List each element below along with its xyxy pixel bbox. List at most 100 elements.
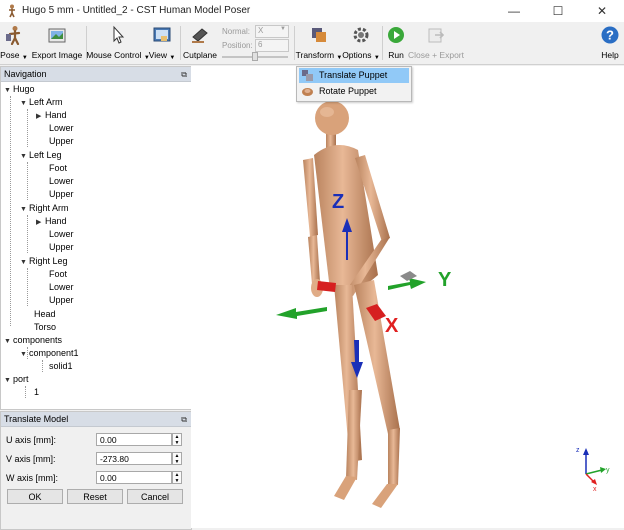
v-axis-label: V axis [mm]:: [6, 454, 56, 464]
chevron-down-icon[interactable]: ▼: [4, 374, 13, 387]
tree-item-components[interactable]: ▼ components: [4, 334, 62, 347]
maximize-icon[interactable]: ☐: [536, 0, 580, 22]
puppet-arm: [303, 158, 318, 237]
chevron-down-icon[interactable]: ▼: [20, 97, 29, 110]
svg-text:?: ?: [606, 28, 614, 43]
navigation-title: Navigation: [4, 69, 47, 79]
minimize-icon[interactable]: —: [492, 0, 536, 22]
tree-label: port: [13, 374, 29, 384]
ok-button[interactable]: OK: [7, 489, 63, 504]
close-export-button[interactable]: Close + Export: [408, 24, 464, 62]
tree-item-right-leg-upper[interactable]: Upper: [49, 294, 74, 307]
run-button[interactable]: Run: [385, 24, 407, 62]
normal-label: Normal:: [222, 27, 251, 36]
pose-label: Pose: [0, 50, 20, 60]
tree-label: Upper: [49, 295, 74, 305]
export-image-button[interactable]: Export Image: [32, 24, 82, 62]
tree-item-right-arm-upper[interactable]: Upper: [49, 241, 74, 254]
tree-item-left-leg[interactable]: ▼ Left Leg: [20, 149, 62, 162]
cutplane-button[interactable]: Cutplane: [183, 24, 217, 62]
transform-icon: [309, 25, 329, 45]
w-axis-input[interactable]: 0.00: [96, 471, 172, 484]
tree-item-left-leg-foot[interactable]: Foot: [49, 162, 67, 175]
view-label: View: [148, 50, 167, 60]
view-button[interactable]: View ▼: [148, 24, 175, 62]
translate-model-header: Translate Model ⧉: [1, 412, 191, 427]
tree-item-component1[interactable]: ▼ component1: [20, 347, 79, 360]
options-button[interactable]: Options ▼: [342, 24, 380, 62]
chevron-down-icon[interactable]: ▼: [4, 84, 13, 97]
triad-label-x: x: [593, 486, 597, 493]
w-axis-spinner[interactable]: ▲ ▼: [172, 471, 182, 484]
puppet-foot: [372, 484, 398, 508]
axis-label-x: X: [385, 315, 399, 337]
puppet-head: [320, 107, 334, 117]
transform-button[interactable]: Transform ▼: [296, 24, 342, 62]
transform-dropdown-menu: Translate Puppet Rotate Puppet: [296, 66, 412, 102]
chevron-down-icon[interactable]: ▼: [20, 203, 29, 216]
w-axis-label: W axis [mm]:: [6, 473, 58, 483]
close-export-icon: [426, 25, 446, 45]
tree-item-solid1[interactable]: solid1: [49, 360, 73, 373]
menu-item-translate-puppet[interactable]: Translate Puppet: [299, 68, 409, 83]
v-axis-input[interactable]: -273.80: [96, 452, 172, 465]
tree-item-right-arm-hand[interactable]: ▶ Hand: [36, 215, 67, 228]
reset-button[interactable]: Reset: [67, 489, 123, 504]
puppet-foot: [334, 476, 357, 500]
normal-value: X: [258, 26, 264, 35]
normal-select[interactable]: X ▼: [255, 25, 289, 38]
window-title: Hugo 5 mm - Untitled_2 - CST Human Model…: [22, 5, 251, 16]
tree-item-right-leg-foot[interactable]: Foot: [49, 268, 67, 281]
tree-item-right-arm-lower[interactable]: Lower: [49, 228, 74, 241]
tree-label: Lower: [49, 176, 74, 186]
u-axis-spinner[interactable]: ▲ ▼: [172, 433, 182, 446]
v-axis-spinner[interactable]: ▲ ▼: [172, 452, 182, 465]
chevron-down-icon[interactable]: ▼: [20, 256, 29, 269]
tree-item-left-arm[interactable]: ▼ Left Arm: [20, 96, 63, 109]
menu-item-rotate-puppet[interactable]: Rotate Puppet: [299, 84, 409, 99]
tree-item-head[interactable]: Head: [34, 308, 56, 321]
mouse-control-button[interactable]: Mouse Control ▼: [86, 24, 150, 62]
tree-line: [27, 268, 28, 306]
chevron-right-icon[interactable]: ▶: [36, 216, 45, 229]
tree-item-left-arm-hand[interactable]: ▶ Hand: [36, 109, 67, 122]
pin-icon[interactable]: ⧉: [181, 413, 187, 427]
tree-line: [27, 215, 28, 253]
3d-viewport[interactable]: Z Y X z y x: [191, 66, 624, 528]
tree-item-right-leg[interactable]: ▼ Right Leg: [20, 255, 68, 268]
tree-item-left-leg-lower[interactable]: Lower: [49, 175, 74, 188]
axis-label-y: Y: [438, 269, 452, 291]
tree-label: Hugo: [13, 84, 35, 94]
tree-item-left-leg-upper[interactable]: Upper: [49, 188, 74, 201]
chevron-down-icon[interactable]: ▼: [20, 348, 29, 361]
toolbar-separator: [180, 26, 181, 60]
chevron-down-icon[interactable]: ▼: [20, 150, 29, 163]
pin-icon[interactable]: ⧉: [181, 68, 187, 82]
position-input[interactable]: 6: [255, 39, 289, 52]
tree-item-hugo[interactable]: ▼ Hugo: [4, 83, 35, 96]
tree-item-torso[interactable]: Torso: [34, 321, 56, 334]
position-slider-handle[interactable]: [252, 52, 258, 61]
axis-label-z: Z: [332, 191, 344, 213]
tree-item-port-1[interactable]: 1: [34, 386, 39, 399]
tree-item-right-leg-lower[interactable]: Lower: [49, 281, 74, 294]
chevron-right-icon[interactable]: ▶: [36, 110, 45, 123]
tree-label: Lower: [49, 282, 74, 292]
close-icon[interactable]: ✕: [580, 0, 624, 22]
puppet-arm: [308, 235, 320, 284]
navigation-panel: Navigation ⧉ ▼ Hugo ▼ Left Arm ▶ Hand Lower…: [0, 66, 192, 410]
tree-label: Left Arm: [29, 97, 63, 107]
u-axis-input[interactable]: 0.00: [96, 433, 172, 446]
tree-label: 1: [34, 387, 40, 397]
tree-item-port[interactable]: ▼ port: [4, 373, 29, 386]
pose-button[interactable]: Pose ▼: [0, 24, 28, 62]
tree-item-right-arm[interactable]: ▼ Right Arm: [20, 202, 69, 215]
chevron-down-icon[interactable]: ▼: [4, 335, 13, 348]
cancel-button[interactable]: Cancel: [127, 489, 183, 504]
cursor-icon: [108, 25, 128, 45]
help-button[interactable]: ? Help: [598, 24, 622, 62]
tree-item-left-arm-upper[interactable]: Upper: [49, 135, 74, 148]
help-icon: ?: [600, 25, 620, 45]
green-arrow: [276, 307, 327, 319]
tree-item-left-arm-lower[interactable]: Lower: [49, 122, 74, 135]
